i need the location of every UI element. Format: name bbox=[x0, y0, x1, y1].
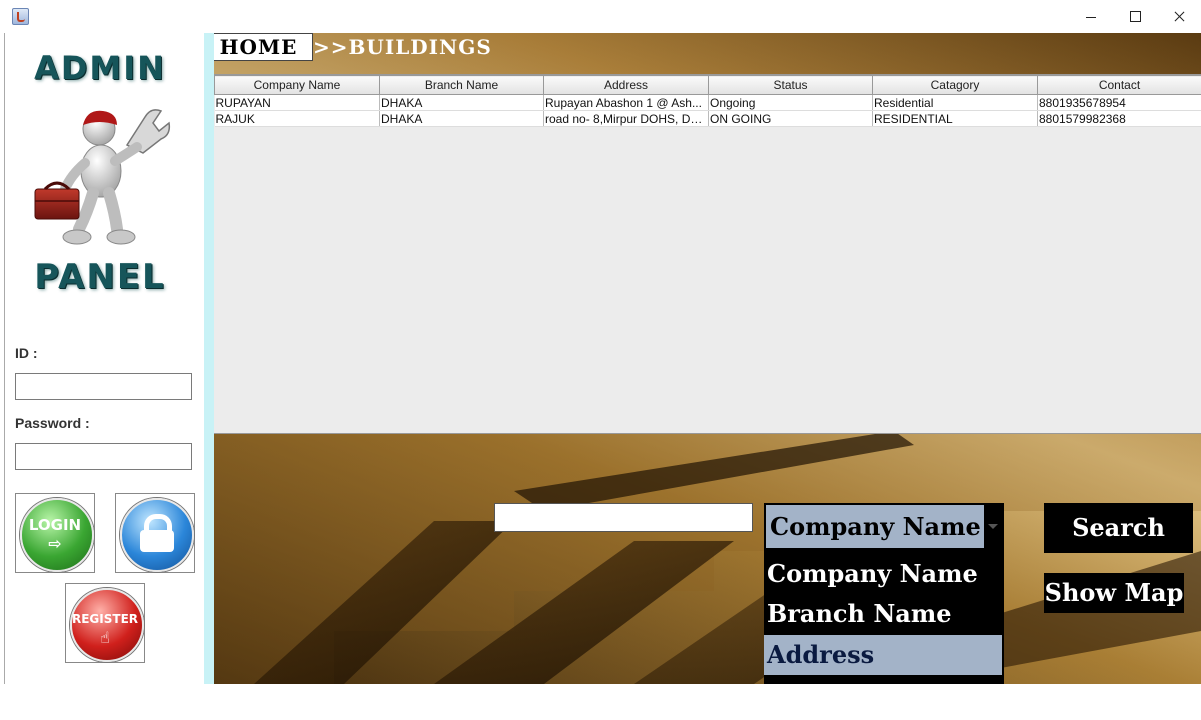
hand-pointer-icon: ☝ bbox=[100, 628, 110, 647]
close-icon[interactable] bbox=[1157, 0, 1201, 33]
padlock-icon bbox=[120, 498, 194, 572]
column-header-branch-name[interactable]: Branch Name bbox=[379, 75, 544, 95]
table-cell[interactable]: road no- 8,Mirpur DOHS, Dh... bbox=[543, 110, 709, 127]
id-field[interactable] bbox=[15, 373, 192, 400]
register-button[interactable]: REGISTER ☝ bbox=[65, 583, 145, 663]
column-header-address[interactable]: Address bbox=[543, 75, 709, 95]
buildings-table: Company Name Branch Name Address Status … bbox=[214, 75, 1201, 127]
password-label: Password : bbox=[15, 415, 90, 431]
table-cell[interactable]: DHAKA bbox=[379, 94, 544, 111]
dropdown-option-company-name[interactable]: Company Name bbox=[764, 554, 1002, 594]
register-label: REGISTER bbox=[71, 612, 139, 626]
sidebar-divider bbox=[204, 33, 214, 684]
table-cell[interactable]: RAJUK bbox=[214, 110, 380, 127]
admin-sidebar: ADMIN PANEL ID : Password : LOGIN ⇨ REGI… bbox=[4, 33, 205, 684]
java-cup-icon bbox=[12, 8, 29, 25]
table-cell[interactable]: 8801579982368 bbox=[1037, 110, 1201, 127]
column-header-category[interactable]: Catagory bbox=[872, 75, 1038, 95]
dropdown-option-address[interactable]: Address bbox=[764, 635, 1002, 675]
lock-button[interactable] bbox=[115, 493, 195, 573]
dropdown-option-branch-name[interactable]: Branch Name bbox=[764, 594, 1002, 634]
column-header-contact[interactable]: Contact bbox=[1037, 75, 1201, 95]
main-content: HOME >>BUILDINGS Company Name Branch Nam… bbox=[214, 33, 1201, 684]
dropdown-option-category[interactable]: Catagory bbox=[764, 676, 1002, 684]
admin-logo-text: ADMIN bbox=[34, 49, 166, 87]
buildings-table-panel: Company Name Branch Name Address Status … bbox=[214, 74, 1201, 434]
table-row[interactable]: RAJUK DHAKA road no- 8,Mirpur DOHS, Dh..… bbox=[214, 110, 1201, 127]
search-by-combo[interactable]: Company Name bbox=[764, 503, 1004, 552]
id-label: ID : bbox=[15, 345, 38, 361]
minimize-icon[interactable] bbox=[1069, 0, 1113, 33]
table-header-row: Company Name Branch Name Address Status … bbox=[214, 75, 1201, 95]
table-cell[interactable]: Residential bbox=[872, 94, 1038, 111]
search-button[interactable]: Search bbox=[1044, 503, 1193, 553]
combo-dropdown-list: Company Name Branch Name Address Catagor… bbox=[764, 552, 1004, 684]
table-cell[interactable]: DHAKA bbox=[379, 110, 544, 127]
password-field[interactable] bbox=[15, 443, 192, 470]
home-nav-button[interactable]: HOME bbox=[214, 33, 313, 61]
table-cell[interactable]: ON GOING bbox=[708, 110, 873, 127]
search-input[interactable] bbox=[494, 503, 753, 532]
table-cell[interactable]: RUPAYAN bbox=[214, 94, 380, 111]
show-map-button[interactable]: Show Map bbox=[1044, 573, 1184, 613]
chevron-down-icon[interactable] bbox=[988, 524, 998, 529]
table-cell[interactable]: RESIDENTIAL bbox=[872, 110, 1038, 127]
login-label: LOGIN bbox=[28, 516, 82, 534]
column-header-company-name[interactable]: Company Name bbox=[214, 75, 380, 95]
column-header-status[interactable]: Status bbox=[708, 75, 873, 95]
table-row[interactable]: RUPAYAN DHAKA Rupayan Abashon 1 @ Ash...… bbox=[214, 94, 1201, 111]
combo-selected-value: Company Name bbox=[766, 505, 984, 548]
table-cell[interactable]: Ongoing bbox=[708, 94, 873, 111]
login-arrow-icon: ⇨ bbox=[48, 534, 62, 553]
maximize-icon[interactable] bbox=[1113, 0, 1157, 33]
mechanic-toolbox-wrench-icon bbox=[34, 109, 171, 245]
panel-logo-text: PANEL bbox=[34, 257, 166, 297]
window-titlebar bbox=[0, 0, 1201, 33]
login-button[interactable]: LOGIN ⇨ bbox=[15, 493, 95, 573]
stairs-background-image bbox=[214, 431, 1201, 684]
breadcrumb-buildings: >>BUILDINGS bbox=[313, 35, 492, 59]
table-cell[interactable]: 8801935678954 bbox=[1037, 94, 1201, 111]
table-cell[interactable]: Rupayan Abashon 1 @ Ash... bbox=[543, 94, 709, 111]
